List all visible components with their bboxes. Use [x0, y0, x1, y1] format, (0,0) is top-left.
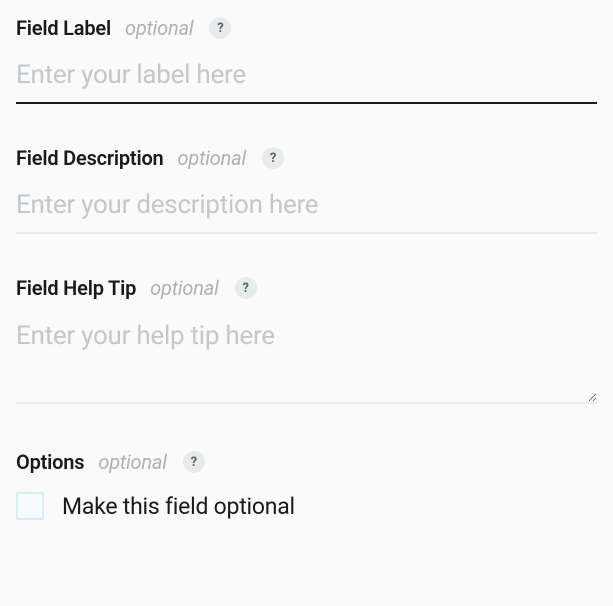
help-icon[interactable]: ?	[262, 147, 284, 169]
field-label-input[interactable]	[16, 54, 597, 104]
field-helptip-input[interactable]	[16, 314, 597, 404]
help-icon[interactable]: ?	[183, 451, 205, 473]
field-helptip-title: Field Help Tip	[16, 276, 136, 300]
options-title: Options	[16, 450, 84, 474]
optional-tag: optional	[125, 16, 193, 40]
field-label-row: Field Label optional ?	[16, 16, 597, 40]
make-optional-checkbox[interactable]	[16, 492, 44, 520]
optional-tag: optional	[178, 146, 246, 170]
field-description-row: Field Description optional ?	[16, 146, 597, 170]
field-description-input[interactable]	[16, 184, 597, 234]
field-label-group: Field Label optional ?	[16, 16, 597, 104]
field-label-title: Field Label	[16, 16, 111, 40]
optional-tag: optional	[98, 450, 166, 474]
options-group: Options optional ? Make this field optio…	[16, 450, 597, 520]
options-row: Options optional ?	[16, 450, 597, 474]
make-optional-label: Make this field optional	[62, 493, 295, 520]
make-optional-row: Make this field optional	[16, 492, 597, 520]
field-helptip-row: Field Help Tip optional ?	[16, 276, 597, 300]
field-helptip-group: Field Help Tip optional ?	[16, 276, 597, 408]
help-icon[interactable]: ?	[235, 277, 257, 299]
optional-tag: optional	[150, 276, 218, 300]
field-description-group: Field Description optional ?	[16, 146, 597, 234]
help-icon[interactable]: ?	[209, 17, 231, 39]
field-description-title: Field Description	[16, 146, 164, 170]
